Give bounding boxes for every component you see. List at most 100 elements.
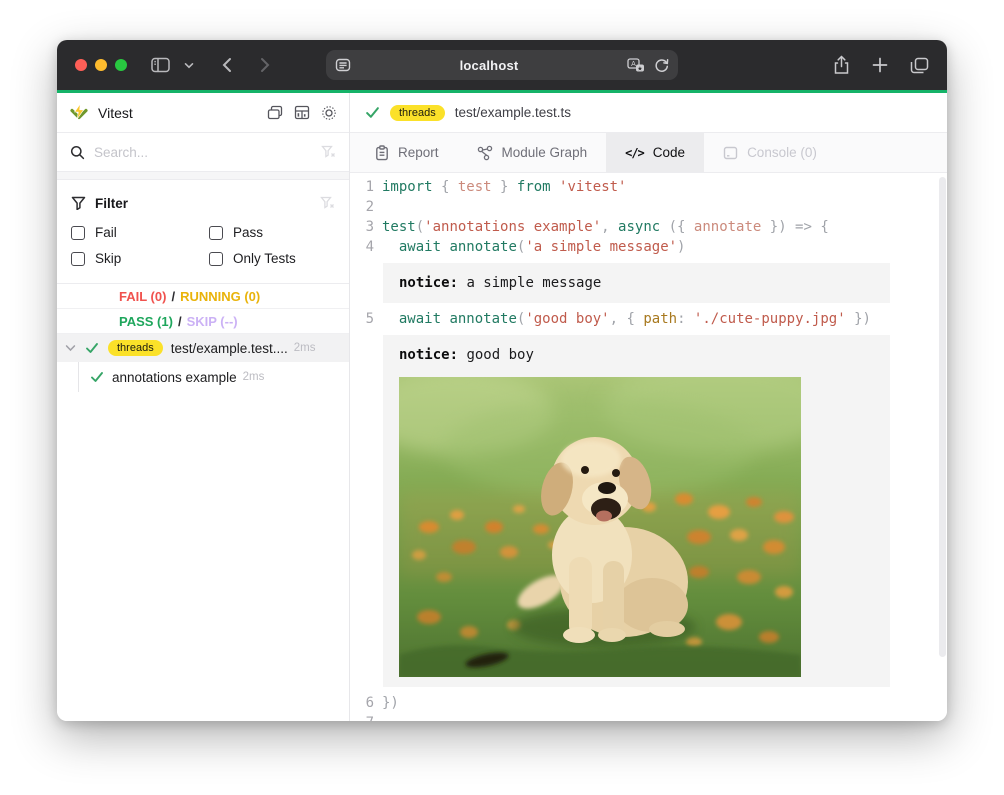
code-icon: </> bbox=[625, 146, 644, 160]
line-number: 4 bbox=[350, 237, 374, 257]
pass-check-icon bbox=[85, 342, 99, 354]
code-token: ({ bbox=[660, 219, 694, 235]
translate-icon[interactable]: A★ bbox=[627, 58, 645, 73]
filter-checkbox-pass[interactable]: Pass bbox=[209, 225, 335, 240]
tab-console: Console (0) bbox=[704, 133, 836, 172]
filter-checkbox-fail[interactable]: Fail bbox=[71, 225, 209, 240]
pool-badge: threads bbox=[390, 105, 445, 121]
code-token bbox=[551, 179, 559, 195]
chevron-down-icon[interactable] bbox=[184, 62, 194, 69]
fail-count: FAIL (0) bbox=[119, 289, 166, 304]
checkbox-icon[interactable] bbox=[209, 226, 223, 240]
forward-button[interactable] bbox=[260, 57, 270, 73]
code-content: 1import { test } from 'vitest'23test('an… bbox=[350, 177, 947, 721]
code-token: test bbox=[458, 179, 492, 195]
code-token bbox=[382, 311, 399, 327]
minimize-window-button[interactable] bbox=[95, 59, 107, 71]
test-case-tree-item[interactable]: annotations example 2ms bbox=[57, 362, 349, 392]
code-line: 7 bbox=[350, 713, 947, 721]
code-line: 1import { test } from 'vitest' bbox=[350, 177, 947, 197]
code-token: await bbox=[399, 311, 441, 327]
code-token: test bbox=[382, 219, 416, 235]
dashboard-icon[interactable] bbox=[267, 105, 283, 120]
annotation-notice: notice: good boy bbox=[383, 335, 890, 687]
sidebar-toggle-icon[interactable] bbox=[151, 57, 170, 73]
code-viewer: 1import { test } from 'vitest'23test('an… bbox=[350, 173, 947, 721]
code-token: ( bbox=[416, 219, 424, 235]
checkbox-icon[interactable] bbox=[209, 252, 223, 266]
line-number: 6 bbox=[350, 693, 374, 713]
search-icon bbox=[70, 145, 85, 160]
clear-filter-icon[interactable] bbox=[320, 196, 335, 210]
svg-text:A: A bbox=[631, 61, 636, 68]
clear-search-filter-icon[interactable] bbox=[321, 145, 336, 159]
code-token: }) bbox=[382, 695, 399, 711]
puppy-image bbox=[399, 377, 801, 677]
code-token: annotate bbox=[694, 219, 761, 235]
search-bar bbox=[57, 133, 349, 172]
code-line: 2 bbox=[350, 197, 947, 217]
tab-code[interactable]: </> Code bbox=[606, 133, 704, 172]
tab-module-graph[interactable]: Module Graph bbox=[458, 133, 607, 172]
code-token: './cute-puppy.jpg' bbox=[694, 311, 846, 327]
search-input[interactable] bbox=[94, 145, 321, 160]
theme-toggle-sun-icon[interactable] bbox=[321, 105, 337, 121]
address-bar[interactable]: localhost A★ bbox=[326, 50, 678, 80]
pass-count: PASS (1) bbox=[119, 314, 173, 329]
clipboard-icon bbox=[375, 145, 389, 161]
filter-panel: Filter Fail Pass Skip Only Tests bbox=[57, 180, 349, 270]
close-window-button[interactable] bbox=[75, 59, 87, 71]
pass-check-icon bbox=[90, 371, 104, 383]
tab-report[interactable]: Report bbox=[356, 133, 458, 172]
code-token: , { bbox=[610, 311, 644, 327]
console-icon bbox=[723, 146, 738, 160]
test-file-name: test/example.test.... bbox=[171, 341, 288, 356]
code-token: : bbox=[677, 311, 694, 327]
running-count: RUNNING (0) bbox=[180, 289, 260, 304]
scrollbar-thumb[interactable] bbox=[939, 177, 946, 657]
zoom-window-button[interactable] bbox=[115, 59, 127, 71]
filter-checkbox-skip[interactable]: Skip bbox=[71, 251, 209, 266]
new-tab-icon[interactable] bbox=[872, 57, 888, 73]
reload-icon[interactable] bbox=[654, 58, 669, 73]
code-token: } bbox=[492, 179, 517, 195]
filter-title: Filter bbox=[95, 196, 128, 211]
app-title: Vitest bbox=[98, 105, 133, 121]
code-token: }) => { bbox=[761, 219, 828, 235]
url-text: localhost bbox=[351, 58, 627, 73]
vitest-sidebar: Vitest bbox=[57, 93, 350, 721]
test-status-summary: FAIL (0) / RUNNING (0) PASS (1) / SKIP (… bbox=[57, 283, 349, 334]
line-number: 2 bbox=[350, 197, 374, 217]
browser-window: localhost A★ bbox=[57, 40, 947, 721]
code-token bbox=[382, 239, 399, 255]
checkbox-icon[interactable] bbox=[71, 226, 85, 240]
code-line: 5 await annotate('good boy', { path: './… bbox=[350, 309, 947, 329]
back-button[interactable] bbox=[222, 57, 232, 73]
checkbox-icon[interactable] bbox=[71, 252, 85, 266]
line-number: 7 bbox=[350, 713, 374, 721]
test-file-tree-item[interactable]: threads test/example.test.... 2ms bbox=[57, 334, 349, 362]
filter-checkbox-only-tests[interactable]: Only Tests bbox=[209, 251, 335, 266]
traffic-lights bbox=[75, 59, 127, 71]
share-icon[interactable] bbox=[833, 55, 850, 75]
code-token: from bbox=[517, 179, 551, 195]
pass-check-icon bbox=[365, 106, 380, 119]
annotation-notice: notice: a simple message bbox=[383, 263, 890, 303]
tab-overview-icon[interactable] bbox=[910, 57, 929, 74]
code-token: path bbox=[643, 311, 677, 327]
code-token: annotate bbox=[449, 311, 516, 327]
code-token: 'good boy' bbox=[525, 311, 609, 327]
test-duration: 2ms bbox=[243, 371, 265, 383]
test-duration: 2ms bbox=[294, 342, 316, 354]
code-token: import bbox=[382, 179, 433, 195]
code-token: 'annotations example' bbox=[424, 219, 601, 235]
reader-icon[interactable] bbox=[335, 58, 351, 72]
line-number: 1 bbox=[350, 177, 374, 197]
main-pane: threads test/example.test.ts Report Modu… bbox=[350, 93, 947, 721]
vitest-logo-icon bbox=[69, 103, 89, 123]
browser-titlebar: localhost A★ bbox=[57, 40, 947, 90]
code-token: ) bbox=[677, 239, 685, 255]
report-layout-icon[interactable] bbox=[294, 105, 310, 120]
chevron-down-icon[interactable] bbox=[65, 344, 76, 352]
line-number: 3 bbox=[350, 217, 374, 237]
